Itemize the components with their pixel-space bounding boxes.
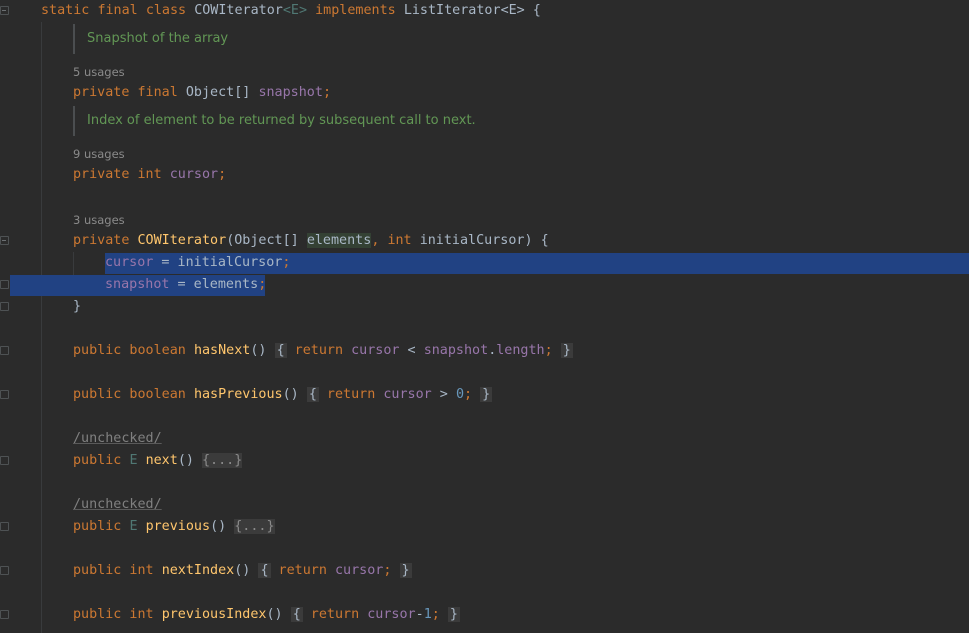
method-next[interactable]: public E next() {...}: [73, 450, 243, 472]
fold-toggle-icon[interactable]: [0, 390, 9, 399]
doc-comment: Index of element to be returned by subse…: [73, 106, 476, 136]
fold-toggle-icon[interactable]: [0, 610, 9, 619]
fold-toggle-icon[interactable]: [0, 236, 9, 245]
field-cursor[interactable]: private int cursor;: [73, 164, 226, 186]
constructor-signature[interactable]: private COWIterator(Object[] elements, i…: [73, 230, 549, 252]
usages-hint[interactable]: 9 usages: [73, 146, 125, 162]
folded-body[interactable]: {...}: [202, 453, 243, 468]
editor-gutter: [0, 0, 10, 633]
fold-toggle-icon[interactable]: [0, 6, 9, 15]
field-snapshot[interactable]: private final Object[] snapshot;: [73, 82, 331, 104]
fold-toggle-icon[interactable]: [0, 346, 9, 355]
code-line[interactable]: snapshot = elements;: [105, 274, 266, 296]
fold-toggle-icon[interactable]: [0, 456, 9, 465]
doc-comment: Snapshot of the array: [73, 24, 228, 54]
code-line[interactable]: cursor = initialCursor;: [105, 252, 290, 274]
method-previous[interactable]: public E previous() {...}: [73, 516, 275, 538]
method-hasNext[interactable]: public boolean hasNext() { return cursor…: [73, 340, 573, 362]
method-previousIndex[interactable]: public int previousIndex() { return curs…: [73, 604, 460, 626]
indent-guide: [41, 22, 42, 633]
method-nextIndex[interactable]: public int nextIndex() { return cursor; …: [73, 560, 412, 582]
annotation-comment: /unchecked/: [73, 497, 162, 512]
fold-toggle-icon[interactable]: [0, 280, 9, 289]
class-declaration[interactable]: static final class COWIterator<E> implem…: [41, 0, 541, 22]
fold-toggle-icon[interactable]: [0, 522, 9, 531]
usages-hint[interactable]: 5 usages: [73, 64, 125, 80]
method-hasPrevious[interactable]: public boolean hasPrevious() { return cu…: [73, 384, 493, 406]
folded-body[interactable]: {...}: [234, 519, 275, 534]
fold-toggle-icon[interactable]: [0, 566, 9, 575]
annotation-comment: /unchecked/: [73, 431, 162, 446]
fold-toggle-icon[interactable]: [0, 302, 9, 311]
usages-hint[interactable]: 3 usages: [73, 212, 125, 228]
code-line[interactable]: }: [73, 296, 81, 318]
